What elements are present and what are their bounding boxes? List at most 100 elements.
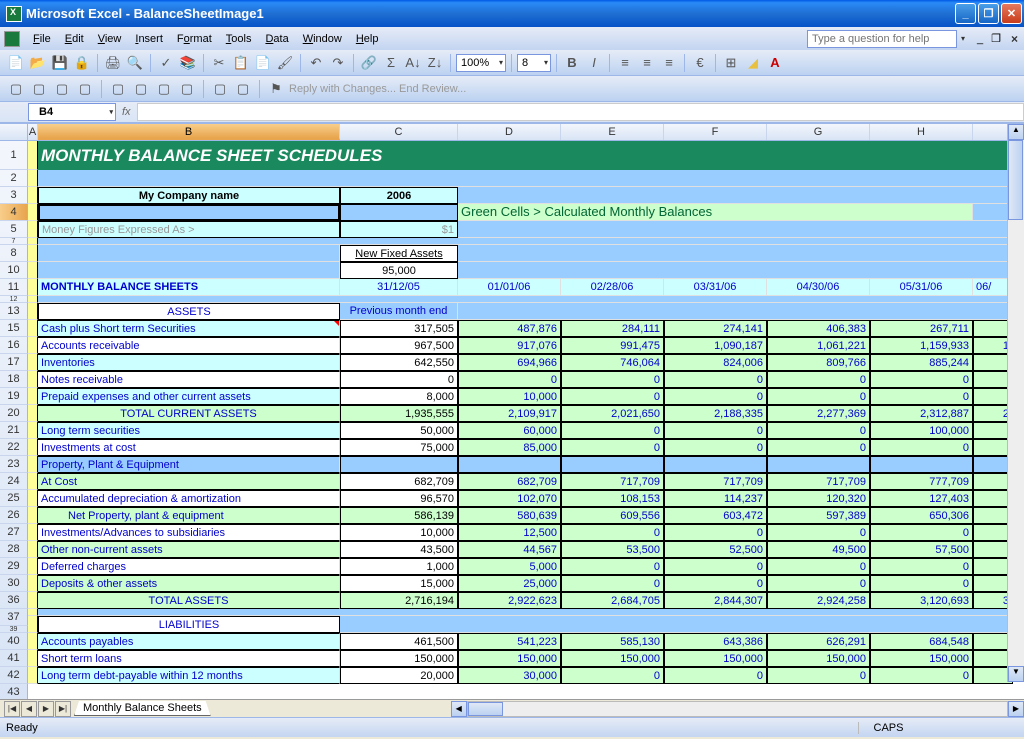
- autosum-button[interactable]: Σ: [381, 53, 401, 73]
- fx-icon[interactable]: fx: [116, 106, 137, 118]
- data-cell[interactable]: 2,277,369: [767, 405, 870, 422]
- row-header[interactable]: 3: [0, 187, 28, 204]
- cell[interactable]: [28, 245, 38, 262]
- cell[interactable]: [340, 616, 1013, 633]
- data-cell[interactable]: 102,070: [458, 490, 561, 507]
- row-label[interactable]: Investments at cost: [38, 439, 340, 456]
- row-header[interactable]: 29: [0, 558, 28, 575]
- data-cell[interactable]: 585,130: [561, 633, 664, 650]
- redo-button[interactable]: ↷: [328, 53, 348, 73]
- data-cell[interactable]: 0: [561, 524, 664, 541]
- cell[interactable]: [28, 204, 38, 221]
- data-cell[interactable]: 50,000: [340, 422, 458, 439]
- hyperlink-button[interactable]: 🔗: [359, 53, 379, 73]
- cell[interactable]: [458, 187, 1013, 204]
- formula-bar-input[interactable]: [137, 103, 1024, 121]
- row-label[interactable]: Accounts payables: [38, 633, 340, 650]
- menu-tools[interactable]: Tools: [219, 31, 259, 47]
- data-cell[interactable]: 917,076: [458, 337, 561, 354]
- data-cell[interactable]: 57,500: [870, 541, 973, 558]
- menu-format[interactable]: Format: [170, 31, 219, 47]
- data-cell[interactable]: [664, 456, 767, 473]
- data-cell[interactable]: 0: [561, 667, 664, 684]
- tab-nav-last[interactable]: ▶|: [55, 701, 71, 717]
- spelling-button[interactable]: ✓: [156, 53, 176, 73]
- company-name-cell[interactable]: My Company name: [38, 187, 340, 204]
- row-header[interactable]: 24: [0, 473, 28, 490]
- data-cell[interactable]: 0: [870, 575, 973, 592]
- review-btn-10[interactable]: ▢: [233, 79, 253, 99]
- data-cell[interactable]: 0: [664, 422, 767, 439]
- data-cell[interactable]: 96,570: [340, 490, 458, 507]
- data-cell[interactable]: 717,709: [561, 473, 664, 490]
- data-cell[interactable]: 75,000: [340, 439, 458, 456]
- row-header[interactable]: 17: [0, 354, 28, 371]
- sort-desc-button[interactable]: Z↓: [425, 53, 445, 73]
- cell[interactable]: [28, 405, 38, 422]
- col-header-A[interactable]: A: [28, 124, 38, 140]
- data-cell[interactable]: 487,876: [458, 320, 561, 337]
- data-cell[interactable]: 3,120,693: [870, 592, 973, 609]
- cell[interactable]: [458, 245, 1013, 262]
- data-cell[interactable]: 114,237: [664, 490, 767, 507]
- cell[interactable]: [28, 303, 38, 320]
- new-fixed-assets-value[interactable]: 95,000: [340, 262, 458, 279]
- cells-area[interactable]: MONTHLY BALANCE SHEET SCHEDULES My Compa…: [28, 141, 1024, 699]
- assets-header[interactable]: ASSETS: [38, 303, 340, 320]
- menu-help[interactable]: Help: [349, 31, 386, 47]
- hscroll-thumb[interactable]: [468, 702, 503, 716]
- cell[interactable]: [28, 262, 38, 279]
- data-cell[interactable]: 0: [870, 439, 973, 456]
- row-label[interactable]: Inventories: [38, 354, 340, 371]
- data-cell[interactable]: [458, 456, 561, 473]
- save-button[interactable]: 💾: [50, 53, 70, 73]
- data-cell[interactable]: 2,924,258: [767, 592, 870, 609]
- col-header-E[interactable]: E: [561, 124, 664, 140]
- cell[interactable]: [28, 371, 38, 388]
- row-header[interactable]: 40: [0, 633, 28, 650]
- year-cell[interactable]: 2006: [340, 187, 458, 204]
- hscroll-left-button[interactable]: ◀: [451, 701, 467, 717]
- cell[interactable]: [38, 609, 1011, 616]
- row-header[interactable]: 1: [0, 141, 28, 170]
- data-cell[interactable]: 0: [870, 667, 973, 684]
- row-header[interactable]: 25: [0, 490, 28, 507]
- data-cell[interactable]: 0: [340, 371, 458, 388]
- money-value-cell[interactable]: $1: [340, 221, 458, 238]
- data-cell[interactable]: 30,000: [458, 667, 561, 684]
- data-cell[interactable]: 717,709: [664, 473, 767, 490]
- data-cell[interactable]: 2,716,194: [340, 592, 458, 609]
- data-cell[interactable]: 267,711: [870, 320, 973, 337]
- menu-insert[interactable]: Insert: [128, 31, 170, 47]
- borders-button[interactable]: ⊞: [721, 53, 741, 73]
- menu-data[interactable]: Data: [258, 31, 295, 47]
- review-btn-5[interactable]: ▢: [108, 79, 128, 99]
- workbook-restore-button[interactable]: ❐: [987, 32, 1005, 45]
- col-header-F[interactable]: F: [664, 124, 767, 140]
- permission-button[interactable]: 🔒: [72, 53, 92, 73]
- menu-file[interactable]: File: [26, 31, 58, 47]
- data-cell[interactable]: 317,505: [340, 320, 458, 337]
- data-cell[interactable]: 0: [664, 439, 767, 456]
- data-cell[interactable]: 2,021,650: [561, 405, 664, 422]
- workbook-close-button[interactable]: ×: [1005, 32, 1024, 46]
- date-cell[interactable]: 05/31/06: [870, 279, 973, 296]
- row-label[interactable]: Notes receivable: [38, 371, 340, 388]
- cell[interactable]: [28, 337, 38, 354]
- row-header[interactable]: 18: [0, 371, 28, 388]
- row-header[interactable]: 36: [0, 592, 28, 609]
- row-header[interactable]: 22: [0, 439, 28, 456]
- currency-button[interactable]: €: [690, 53, 710, 73]
- data-cell[interactable]: [870, 456, 973, 473]
- window-close-button[interactable]: ✕: [1001, 3, 1022, 24]
- data-cell[interactable]: 49,500: [767, 541, 870, 558]
- name-box[interactable]: B4: [28, 103, 116, 121]
- align-left-button[interactable]: ≡: [615, 53, 635, 73]
- row-header[interactable]: 10: [0, 262, 28, 279]
- italic-button[interactable]: I: [584, 53, 604, 73]
- data-cell[interactable]: 0: [561, 439, 664, 456]
- review-btn-8[interactable]: ▢: [177, 79, 197, 99]
- cell[interactable]: [28, 354, 38, 371]
- data-cell[interactable]: 0: [767, 575, 870, 592]
- sort-asc-button[interactable]: A↓: [403, 53, 423, 73]
